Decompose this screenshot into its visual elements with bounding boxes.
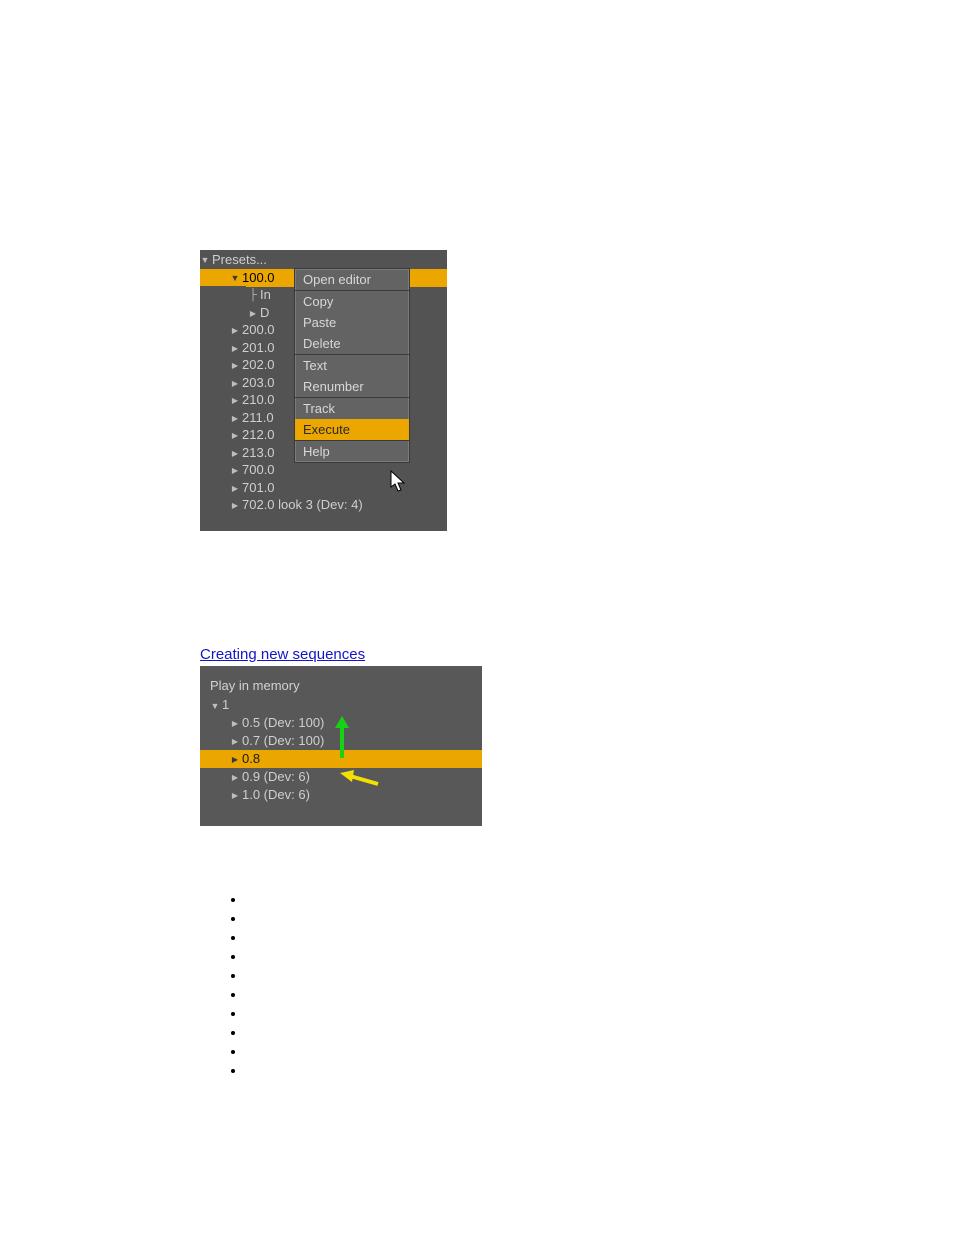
- tree-label: 213.0: [242, 444, 275, 462]
- tree-root-presets[interactable]: Presets...: [200, 251, 447, 269]
- tree-label: 203.0: [242, 374, 275, 392]
- collapse-icon: [248, 303, 258, 323]
- expand-icon: [210, 696, 220, 715]
- tree-label: 0.7 (Dev: 100): [242, 732, 324, 750]
- menu-delete[interactable]: Delete: [295, 333, 409, 354]
- presets-screenshot: Presets... 100.0 In D 200.0 201.0 202.0 …: [200, 250, 447, 531]
- menu-track[interactable]: Track: [295, 398, 409, 419]
- tree-label: 0.5 (Dev: 100): [242, 714, 324, 732]
- list-item: [246, 967, 954, 986]
- tree-label: 1: [222, 696, 229, 714]
- menu-renumber[interactable]: Renumber: [295, 376, 409, 397]
- tree-label: 200.0: [242, 321, 275, 339]
- menu-open-editor[interactable]: Open editor: [295, 269, 409, 290]
- tree-label: 212.0: [242, 426, 275, 444]
- memory-tree-root[interactable]: 1: [200, 696, 482, 714]
- menu-text[interactable]: Text: [295, 355, 409, 376]
- tree-label: 210.0: [242, 391, 275, 409]
- memory-tree-item[interactable]: 0.9 (Dev: 6): [200, 768, 482, 786]
- tree-label: 201.0: [242, 339, 275, 357]
- bullet-list: [228, 891, 954, 1081]
- memory-panel-title: Play in memory: [210, 678, 300, 693]
- memory-tree-item[interactable]: 1.0 (Dev: 6): [200, 786, 482, 804]
- memory-tree-item[interactable]: 0.7 (Dev: 100): [200, 732, 482, 750]
- list-item: [246, 1024, 954, 1043]
- memory-tree-item[interactable]: 0.5 (Dev: 100): [200, 714, 482, 732]
- tree-label: 702.0 look 3 (Dev: 4): [242, 496, 363, 514]
- list-item: [246, 948, 954, 967]
- tree-label: D: [260, 304, 269, 322]
- memory-tree: 1 0.5 (Dev: 100) 0.7 (Dev: 100) 0.8 0.9 …: [200, 696, 482, 804]
- memory-screenshot: Play in memory 1 0.5 (Dev: 100) 0.7 (Dev…: [200, 666, 482, 826]
- creating-new-sequences-link[interactable]: Creating new sequences: [200, 646, 954, 663]
- collapse-icon: [230, 749, 240, 769]
- expand-icon: [230, 268, 240, 288]
- list-item: [246, 891, 954, 910]
- menu-execute[interactable]: Execute: [295, 419, 409, 440]
- menu-paste[interactable]: Paste: [295, 312, 409, 333]
- menu-copy[interactable]: Copy: [295, 291, 409, 312]
- context-menu: Open editor Copy Paste Delete Text Renum…: [294, 268, 410, 463]
- list-item: [246, 910, 954, 929]
- tree-item[interactable]: 702.0 look 3 (Dev: 4): [200, 496, 447, 514]
- collapse-icon: [230, 785, 240, 805]
- tree-label: In: [260, 286, 271, 304]
- tree-label: 100.0: [242, 269, 275, 287]
- mouse-cursor-icon: [390, 470, 410, 494]
- collapse-icon: [230, 495, 240, 515]
- memory-tree-item-selected[interactable]: 0.8: [200, 750, 482, 768]
- tree-label: 700.0: [242, 461, 275, 479]
- list-item: [246, 1005, 954, 1024]
- menu-help[interactable]: Help: [295, 441, 409, 462]
- tree-label: 701.0: [242, 479, 275, 497]
- list-item: [246, 986, 954, 1005]
- list-item: [246, 1062, 954, 1081]
- collapse-icon: [230, 731, 240, 751]
- list-item: [246, 929, 954, 948]
- tree-label: 202.0: [242, 356, 275, 374]
- tree-label: 1.0 (Dev: 6): [242, 786, 310, 804]
- tree-label: Presets...: [212, 251, 267, 269]
- document-page: Presets... 100.0 In D 200.0 201.0 202.0 …: [0, 250, 954, 1081]
- tree-label: 211.0: [242, 409, 274, 427]
- expand-icon: [200, 250, 210, 270]
- tree-label: 0.8: [242, 750, 260, 768]
- collapse-icon: [230, 713, 240, 733]
- tree-label: 0.9 (Dev: 6): [242, 768, 310, 786]
- list-item: [246, 1043, 954, 1062]
- collapse-icon: [230, 767, 240, 787]
